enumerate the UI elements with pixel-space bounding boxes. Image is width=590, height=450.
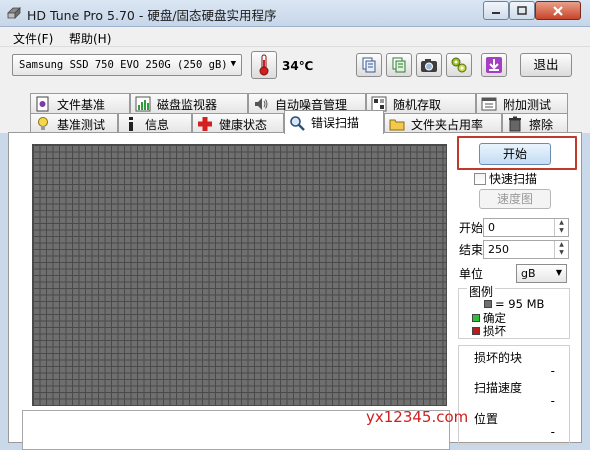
tab-label: 基准测试 xyxy=(57,117,106,132)
unit-select-value: gB xyxy=(521,267,536,280)
legend-block-size: = 95 MB xyxy=(495,297,545,311)
screenshot-button[interactable] xyxy=(416,53,442,77)
checkbox-box[interactable] xyxy=(474,172,486,185)
menu-help[interactable]: 帮助(H) xyxy=(69,30,111,47)
end-input-value: 250 xyxy=(488,243,509,256)
speed-map-button[interactable]: 速度图 xyxy=(479,189,551,209)
temperature-button[interactable] xyxy=(251,51,277,79)
drive-select-value: Samsung SSD 750 EVO 250G (250 gB) xyxy=(19,59,228,71)
toolbar: Samsung SSD 750 EVO 250G (250 gB) ▼ 34℃ xyxy=(0,47,590,87)
spin-arrows-icon[interactable]: ▲ ▼ xyxy=(554,241,568,258)
watermark: yx12345.com xyxy=(366,408,469,426)
copy-all-button[interactable] xyxy=(386,53,412,77)
block-swatch-icon xyxy=(484,300,492,308)
close-button[interactable] xyxy=(535,1,581,20)
maximize-button[interactable] xyxy=(509,1,535,20)
tab-label: 随机存取 xyxy=(393,97,442,112)
scan-block-grid xyxy=(32,144,447,406)
tab-label: 错误扫描 xyxy=(311,116,360,130)
legend-damaged-label: 损坏 xyxy=(483,324,506,338)
title-bar: HD Tune Pro 5.70 - 硬盘/固态硬盘实用程序 xyxy=(0,0,590,27)
exit-button[interactable]: 退出 xyxy=(520,53,572,77)
position-label: 位置 xyxy=(474,412,499,426)
start-button[interactable]: 开始 xyxy=(479,143,551,165)
file-benchmark-icon xyxy=(36,96,49,112)
maximize-icon xyxy=(517,5,527,15)
end-input[interactable]: 250 ▲ ▼ xyxy=(483,240,569,259)
window-title: HD Tune Pro 5.70 - 硬盘/固态硬盘实用程序 xyxy=(27,8,277,23)
quick-scan-checkbox[interactable]: 快速扫描 xyxy=(474,170,537,187)
tab-benchmark[interactable]: 基准测试 xyxy=(30,113,118,134)
minimize-icon xyxy=(492,11,500,14)
legend-damaged: 损坏 xyxy=(472,323,506,339)
extra-tests-icon xyxy=(481,97,497,111)
tab-erase[interactable]: 擦除 xyxy=(502,113,568,134)
tab-label: 附加测试 xyxy=(503,97,552,112)
info-icon xyxy=(129,117,133,131)
ok-swatch-icon xyxy=(472,314,480,322)
tab-folder-usage[interactable]: 文件夹占用率 xyxy=(384,113,502,134)
thermometer-icon xyxy=(259,54,269,76)
scan-speed-label: 扫描速度 xyxy=(474,381,523,395)
tab-health[interactable]: 健康状态 xyxy=(192,113,284,134)
erase-icon xyxy=(509,116,521,132)
start-input[interactable]: 0 ▲ ▼ xyxy=(483,218,569,237)
menu-bar: 文件(F) 帮助(H) xyxy=(0,27,590,47)
tab-label: 文件夹占用率 xyxy=(411,117,484,132)
drive-select[interactable]: Samsung SSD 750 EVO 250G (250 gB) ▼ xyxy=(12,54,242,76)
error-scan-panel: 开始 快速扫描 速度图 开始 0 ▲ ▼ 结束 250 ▲ ▼ 单位 gB ▼ 图例… xyxy=(8,132,582,450)
chevron-down-icon: ▼ xyxy=(230,59,236,69)
scan-stats: 损坏的块 - 扫描速度 - 位置 - xyxy=(458,345,570,445)
start-input-value: 0 xyxy=(488,221,495,234)
tab-label: 健康状态 xyxy=(219,117,268,132)
options-icon xyxy=(451,57,467,73)
disk-monitor-icon xyxy=(135,96,151,112)
scan-speed-value: - xyxy=(550,394,555,408)
start-field-label: 开始 xyxy=(459,221,484,235)
unit-select[interactable]: gB ▼ xyxy=(516,264,567,283)
quick-scan-label: 快速扫描 xyxy=(489,172,538,186)
tab-disk-monitor[interactable]: 磁盘监视器 xyxy=(130,93,248,114)
tab-label: 文件基准 xyxy=(57,97,106,112)
speaker-icon xyxy=(255,98,268,110)
copy-all-icon xyxy=(392,57,406,73)
tab-label: 信息 xyxy=(145,117,170,132)
legend-group: 图例 = 95 MB 确定 损坏 xyxy=(458,283,570,339)
tab-label: 磁盘监视器 xyxy=(157,97,218,112)
tab-error-scan[interactable]: 错误扫描 xyxy=(284,110,384,134)
damaged-blocks-value: - xyxy=(550,364,555,378)
download-icon xyxy=(486,57,502,73)
tab-strip: 文件基准 磁盘监视器 自动噪音管理 随机存取 附加测试 基准测试 信息 健康状态… xyxy=(0,87,590,134)
camera-icon xyxy=(421,59,437,72)
benchmark-icon xyxy=(38,117,48,130)
chevron-down-icon: ▼ xyxy=(555,268,562,277)
tab-extra-tests[interactable]: 附加测试 xyxy=(476,93,568,114)
position-value: - xyxy=(550,425,555,439)
temperature-value: 34℃ xyxy=(282,59,314,73)
download-button[interactable] xyxy=(481,53,507,77)
folder-usage-icon xyxy=(389,119,405,131)
unit-label: 单位 xyxy=(459,267,484,281)
options-button[interactable] xyxy=(446,53,472,77)
damaged-swatch-icon xyxy=(472,327,480,335)
tab-file-benchmark[interactable]: 文件基准 xyxy=(30,93,130,114)
end-field-label: 结束 xyxy=(459,243,484,257)
minimize-button[interactable] xyxy=(483,1,509,20)
app-icon xyxy=(7,7,21,19)
tab-info[interactable]: 信息 xyxy=(118,113,192,134)
spin-arrows-icon[interactable]: ▲ ▼ xyxy=(554,219,568,236)
tab-label: 擦除 xyxy=(529,117,554,132)
copy-info-icon xyxy=(362,57,376,73)
copy-info-button[interactable] xyxy=(356,53,382,77)
health-icon xyxy=(198,117,212,131)
close-icon xyxy=(553,5,563,16)
error-scan-icon xyxy=(290,115,305,131)
legend-block: = 95 MB xyxy=(484,297,544,311)
menu-file[interactable]: 文件(F) xyxy=(13,30,53,47)
damaged-blocks-label: 损坏的块 xyxy=(474,351,523,365)
